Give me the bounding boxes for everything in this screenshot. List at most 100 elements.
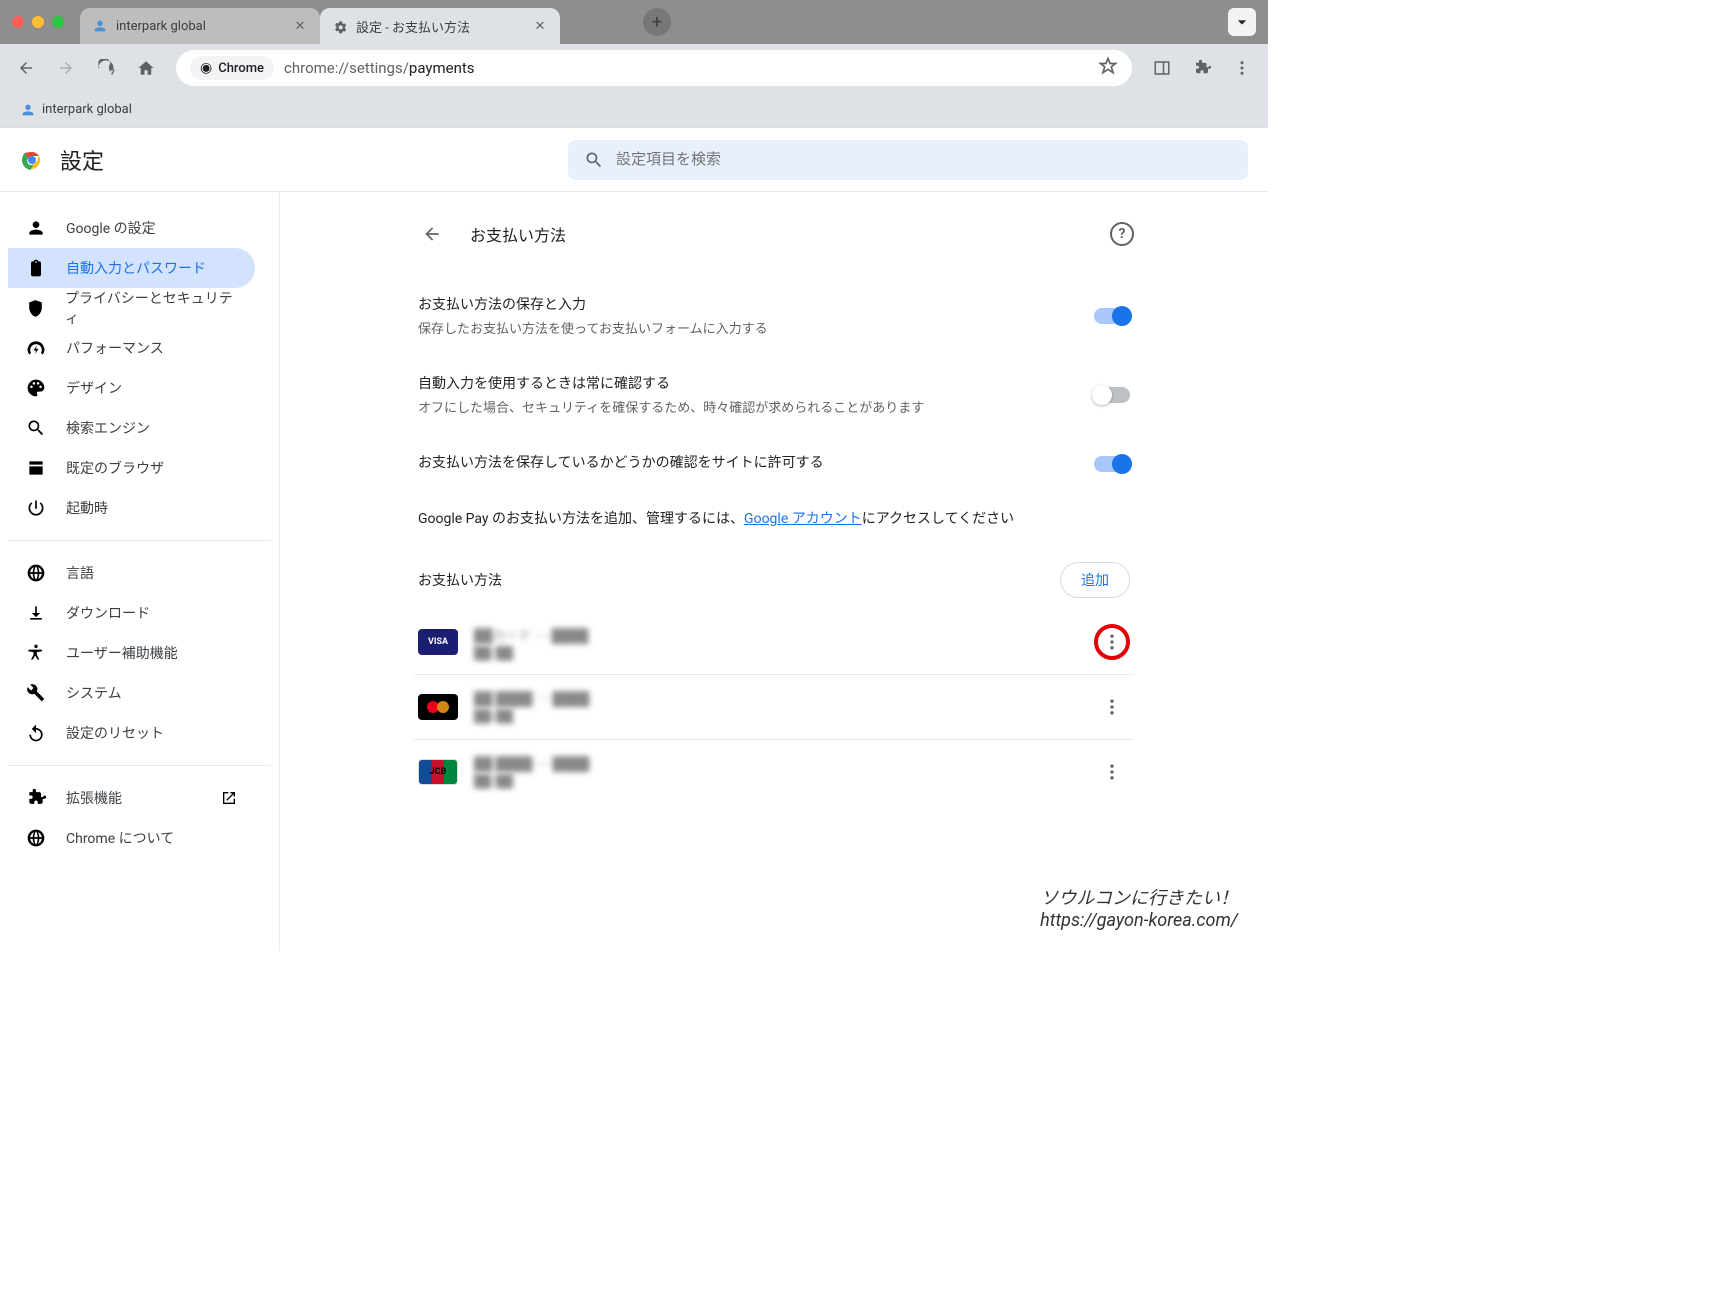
window-controls — [12, 16, 64, 28]
sidebar-item-google[interactable]: Google の設定 — [8, 208, 255, 248]
menu-button[interactable] — [1224, 50, 1260, 86]
address-bar[interactable]: ◉ Chrome chrome://settings/payments — [176, 50, 1132, 86]
card-brand-icon: JCB — [418, 759, 458, 785]
sidebar-item-default[interactable]: 既定のブラウザ — [8, 448, 255, 488]
google-pay-text: Google Pay のお支払い方法を追加、管理するには、Google アカウン… — [414, 494, 1134, 542]
chrome-icon — [26, 828, 46, 848]
setting-row-title: お支払い方法の保存と入力 — [418, 294, 1078, 314]
sidebar-item-label: 検索エンジン — [66, 418, 150, 438]
external-link-icon — [221, 790, 237, 806]
tab-close-button[interactable]: ✕ — [532, 18, 548, 34]
bookmark-favicon-icon — [20, 102, 36, 118]
window-icon — [26, 458, 46, 478]
sidebar-item-a11y[interactable]: ユーザー補助機能 — [8, 633, 255, 673]
setting-row-title: 自動入力を使用するときは常に確認する — [418, 373, 1078, 393]
reload-button[interactable] — [88, 50, 124, 86]
sidebar-item-about[interactable]: Chrome について — [8, 818, 255, 858]
sidebar-item-design[interactable]: デザイン — [8, 368, 255, 408]
tab-title: 設定 - お支払い方法 — [356, 17, 524, 36]
card-expiry: ██/██ — [474, 774, 1078, 788]
card-more-button[interactable] — [1094, 689, 1130, 725]
settings-main: お支払い方法 ? お支払い方法の保存と入力 保存したお支払い方法を使ってお支払い… — [280, 192, 1268, 951]
settings-page: 設定 Google の設定 自動入力とパスワード プライバシーとセキュリティ パ… — [0, 128, 1268, 951]
toggle-switch[interactable] — [1094, 456, 1130, 472]
sidebar-item-label: 自動入力とパスワード — [66, 258, 206, 278]
sidebar-divider — [8, 540, 271, 541]
settings-header: 設定 — [0, 128, 1268, 192]
sidebar-item-label: 起動時 — [66, 498, 108, 518]
sidebar-item-label: 既定のブラウザ — [66, 458, 164, 478]
url-text: chrome://settings/payments — [284, 59, 475, 77]
browser-tab[interactable]: 設定 - お支払い方法 ✕ — [320, 8, 560, 44]
bookmark-star-icon[interactable] — [1098, 56, 1118, 80]
sidebar-item-ext[interactable]: 拡張機能 — [8, 778, 255, 818]
payment-card-row: ██ ████ ···· ████ ██/██ — [414, 674, 1134, 739]
sidebar-item-label: プライバシーとセキュリティ — [65, 288, 237, 328]
forward-button[interactable] — [48, 50, 84, 86]
sidebar-item-label: ダウンロード — [66, 603, 150, 623]
sidebar-item-label: システム — [66, 683, 122, 703]
tab-favicon-icon — [92, 18, 108, 34]
page-back-button[interactable] — [414, 216, 450, 252]
tabs-dropdown-button[interactable] — [1228, 8, 1256, 36]
palette-icon — [26, 378, 46, 398]
chrome-logo-icon — [20, 148, 44, 172]
sidebar-item-label: Chrome について — [66, 828, 174, 848]
card-more-button[interactable] — [1094, 624, 1130, 660]
back-button[interactable] — [8, 50, 44, 86]
power-icon — [26, 498, 46, 518]
google-account-link[interactable]: Google アカウント — [744, 511, 862, 527]
shield-icon — [26, 298, 45, 318]
title-bar: interpark global ✕ 設定 - お支払い方法 ✕ + — [0, 0, 1268, 44]
browser-tab[interactable]: interpark global ✕ — [80, 8, 320, 44]
page-title: お支払い方法 — [470, 222, 1090, 246]
sidebar-item-lang[interactable]: 言語 — [8, 553, 255, 593]
tab-close-button[interactable]: ✕ — [292, 18, 308, 34]
extensions-button[interactable] — [1184, 50, 1220, 86]
card-name: ██ ████ ···· ████ — [474, 691, 1078, 707]
bookmark-bar: interpark global — [0, 92, 1268, 128]
sidebar-item-performance[interactable]: パフォーマンス — [8, 328, 255, 368]
payment-card-row: VISA ██カード ···· ████ ██/██ — [414, 610, 1134, 674]
add-payment-button[interactable]: 追加 — [1060, 562, 1130, 598]
card-name: ██カード ···· ████ — [474, 625, 1078, 644]
sidebar-item-privacy[interactable]: プライバシーとセキュリティ — [8, 288, 255, 328]
sidebar-item-label: 設定のリセット — [66, 723, 164, 743]
chrome-chip-label: Chrome — [218, 61, 264, 76]
toggle-switch[interactable] — [1094, 387, 1130, 403]
window-minimize-button[interactable] — [32, 16, 44, 28]
card-more-button[interactable] — [1094, 754, 1130, 790]
settings-title: 設定 — [60, 144, 104, 176]
sidebar-item-system[interactable]: システム — [8, 673, 255, 713]
a11y-icon — [26, 643, 46, 663]
sidebar-item-label: デザイン — [66, 378, 122, 398]
setting-row: 自動入力を使用するときは常に確認する オフにした場合、セキュリティを確保するため… — [414, 355, 1134, 434]
payment-card-row: JCB ██ ████ ···· ████ ██/██ — [414, 739, 1134, 804]
sidebar-item-search[interactable]: 検索エンジン — [8, 408, 255, 448]
toggle-switch[interactable] — [1094, 308, 1130, 324]
setting-row-subtitle: オフにした場合、セキュリティを確保するため、時々確認が求められることがあります — [418, 397, 1078, 416]
home-button[interactable] — [128, 50, 164, 86]
wrench-icon — [26, 683, 46, 703]
card-expiry: ██/██ — [474, 709, 1078, 723]
sidebar-item-label: 言語 — [66, 563, 94, 583]
settings-search-box[interactable] — [568, 140, 1248, 180]
window-close-button[interactable] — [12, 16, 24, 28]
puzzle-icon — [26, 788, 46, 808]
chrome-chip: ◉ Chrome — [190, 56, 274, 80]
cards-section-title: お支払い方法 — [418, 570, 1060, 590]
settings-sidebar: Google の設定 自動入力とパスワード プライバシーとセキュリティ パフォー… — [0, 192, 280, 951]
sidebar-item-startup[interactable]: 起動時 — [8, 488, 255, 528]
sidebar-item-download[interactable]: ダウンロード — [8, 593, 255, 633]
help-button[interactable]: ? — [1110, 222, 1134, 246]
side-panel-button[interactable] — [1144, 50, 1180, 86]
sidebar-item-autofill[interactable]: 自動入力とパスワード — [8, 248, 255, 288]
bookmark-item[interactable]: interpark global — [14, 98, 138, 122]
new-tab-button[interactable]: + — [643, 8, 671, 36]
sidebar-item-reset[interactable]: 設定のリセット — [8, 713, 255, 753]
toolbar: ◉ Chrome chrome://settings/payments — [0, 44, 1268, 92]
search-icon — [26, 418, 46, 438]
window-maximize-button[interactable] — [52, 16, 64, 28]
settings-search-input[interactable] — [616, 151, 1232, 168]
download-icon — [26, 603, 46, 623]
